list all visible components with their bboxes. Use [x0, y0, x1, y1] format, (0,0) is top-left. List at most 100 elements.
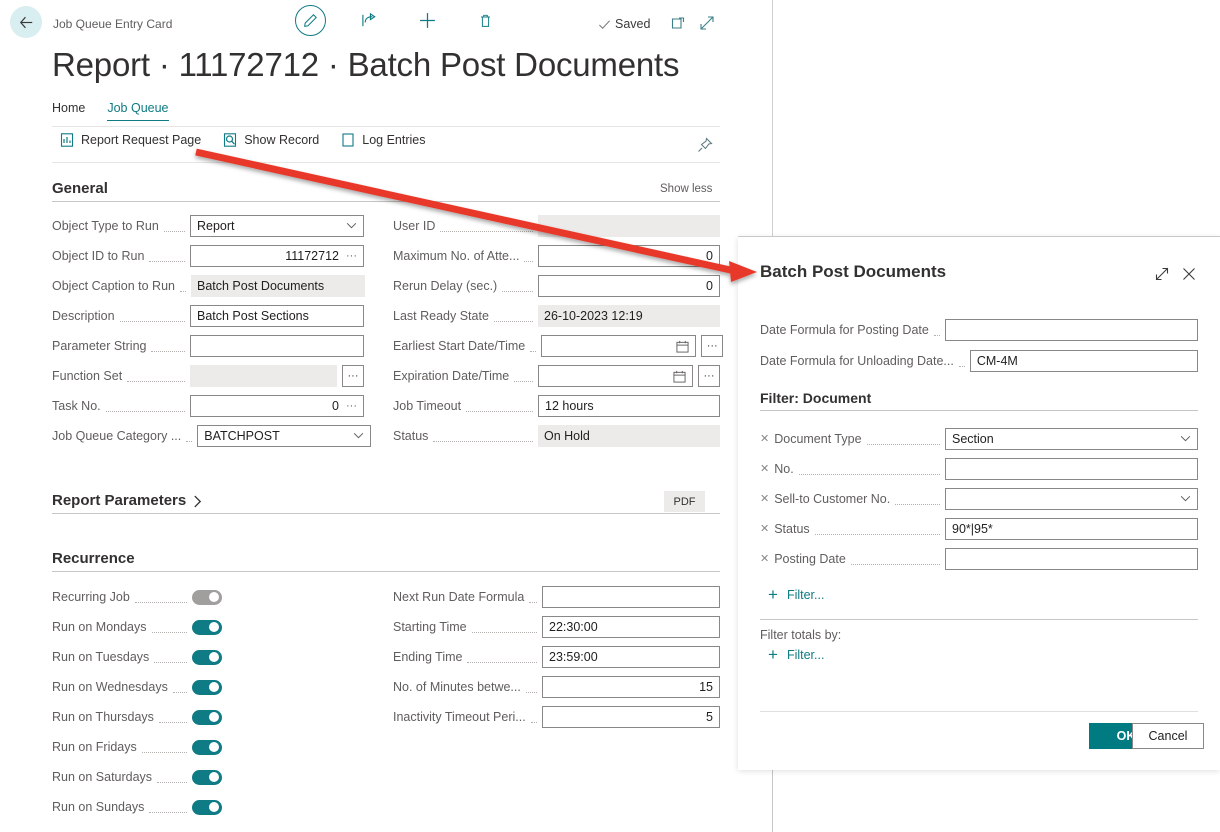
- section-header-report-parameters[interactable]: Report Parameters: [52, 492, 203, 510]
- toggle-recurring-job[interactable]: [192, 589, 222, 605]
- field-input[interactable]: [945, 319, 1198, 341]
- chevron-down-icon[interactable]: [1174, 434, 1191, 445]
- remove-filter-icon[interactable]: ✕: [760, 523, 769, 535]
- assist-edit-button[interactable]: ···: [701, 335, 724, 357]
- field-wrap: 15: [542, 676, 720, 698]
- field-label: Object Caption to Run: [52, 279, 175, 293]
- show-less-link[interactable]: Show less: [660, 183, 712, 196]
- lookup-ellipsis-icon[interactable]: ···: [346, 400, 357, 412]
- field-value: 23:59:00: [549, 650, 598, 664]
- chevron-down-icon[interactable]: [340, 221, 357, 232]
- remove-filter-icon[interactable]: ✕: [760, 463, 769, 475]
- leader-dots: [149, 801, 187, 813]
- new-button[interactable]: [412, 6, 442, 36]
- toggle-run-on-thursdays[interactable]: [192, 709, 222, 725]
- form-row: Function Set ···: [52, 365, 364, 387]
- action-show-record[interactable]: Show Record: [223, 133, 319, 147]
- field-input[interactable]: 5: [542, 706, 720, 728]
- toggle-row: Run on Wednesdays: [52, 676, 222, 698]
- field-input[interactable]: Report: [190, 215, 364, 237]
- add-filter-button[interactable]: + Filter...: [768, 585, 824, 604]
- tab-job-queue[interactable]: Job Queue: [107, 101, 169, 121]
- calendar-icon[interactable]: [676, 340, 689, 353]
- leader-dots: [186, 430, 193, 442]
- leader-dots: [958, 355, 965, 367]
- pencil-icon: [304, 14, 317, 27]
- toggle-run-on-mondays[interactable]: [192, 619, 222, 635]
- field-input[interactable]: CM-4M: [969, 350, 1198, 372]
- filter-input[interactable]: [945, 548, 1198, 570]
- field-input[interactable]: 15: [542, 676, 720, 698]
- report-format-badge[interactable]: PDF: [664, 491, 705, 512]
- back-button[interactable]: [10, 6, 42, 38]
- field-input[interactable]: 22:30:00: [542, 616, 720, 638]
- remove-filter-icon[interactable]: ✕: [760, 553, 769, 565]
- field-input[interactable]: 11172712 ···: [190, 245, 364, 267]
- toggle-run-on-wednesdays[interactable]: [192, 679, 222, 695]
- lookup-ellipsis-icon[interactable]: ···: [346, 250, 357, 262]
- pin-button[interactable]: [697, 137, 713, 153]
- field-value: 22:30:00: [549, 620, 598, 634]
- filter-input[interactable]: [945, 488, 1198, 510]
- add-filter-totals-button[interactable]: + Filter...: [768, 646, 824, 663]
- toggle-run-on-tuesdays[interactable]: [192, 649, 222, 665]
- assist-edit-button[interactable]: ···: [342, 365, 364, 387]
- action-report-request-page[interactable]: Report Request Page: [60, 133, 201, 147]
- fullscreen-button[interactable]: [698, 14, 718, 34]
- field-value: 0: [332, 399, 339, 413]
- toggle-row: Run on Thursdays: [52, 706, 222, 728]
- chevron-down-icon[interactable]: [347, 431, 364, 442]
- cancel-button[interactable]: Cancel: [1132, 723, 1204, 749]
- check-icon: [599, 20, 610, 29]
- toggle-knob: [209, 772, 219, 782]
- calendar-icon[interactable]: [673, 370, 686, 383]
- leader-dots: [466, 400, 533, 412]
- filter-input[interactable]: 90*|95*: [945, 518, 1198, 540]
- filter-label: Status: [774, 522, 810, 536]
- edit-button[interactable]: [295, 5, 326, 36]
- leader-dots: [530, 711, 537, 723]
- field-wrap: 12 hours: [538, 395, 720, 417]
- field-input[interactable]: 0: [538, 275, 720, 297]
- field-input[interactable]: 0: [538, 245, 720, 267]
- field-label: Object ID to Run: [52, 249, 145, 263]
- chevron-down-icon[interactable]: [1174, 494, 1191, 505]
- field-label: Job Queue Category ...: [52, 429, 182, 443]
- field-input[interactable]: 23:59:00: [542, 646, 720, 668]
- field-value: 0: [706, 249, 713, 263]
- dialog-expand-button[interactable]: [1153, 265, 1171, 283]
- open-in-new-window-button[interactable]: [670, 14, 690, 34]
- field-input[interactable]: 12 hours: [538, 395, 720, 417]
- field-input[interactable]: 0 ···: [190, 395, 364, 417]
- field-value: BATCHPOST: [204, 429, 280, 443]
- dialog-close-button[interactable]: [1180, 265, 1198, 283]
- filter-input[interactable]: Section: [945, 428, 1198, 450]
- report-parameters-label: Report Parameters: [52, 492, 187, 509]
- tab-home[interactable]: Home: [52, 101, 85, 121]
- field-input[interactable]: [541, 335, 697, 357]
- field-input[interactable]: [538, 365, 693, 387]
- toggle-label: Run on Thursdays: [52, 710, 154, 724]
- plus-icon: +: [768, 585, 778, 604]
- toggle-run-on-fridays[interactable]: [192, 739, 222, 755]
- field-input[interactable]: [542, 586, 720, 608]
- field-label: Date Formula for Unloading Date...: [760, 354, 954, 368]
- toggle-run-on-sundays[interactable]: [192, 799, 222, 815]
- delete-button[interactable]: [470, 6, 500, 36]
- field-input[interactable]: [190, 335, 364, 357]
- tab-divider: [52, 126, 720, 127]
- section-header-recurrence: Recurrence: [52, 550, 135, 567]
- field-input[interactable]: Batch Post Sections: [190, 305, 364, 327]
- assist-edit-button[interactable]: ···: [698, 365, 720, 387]
- action-log-entries[interactable]: Log Entries: [341, 133, 426, 147]
- field-input[interactable]: BATCHPOST: [197, 425, 372, 447]
- field-wrap: 0: [538, 245, 720, 267]
- toggle-run-on-saturdays[interactable]: [192, 769, 222, 785]
- share-button[interactable]: [354, 6, 384, 36]
- field-label: Task No.: [52, 399, 101, 413]
- field-wrap: BATCHPOST: [197, 425, 372, 447]
- remove-filter-icon[interactable]: ✕: [760, 493, 769, 505]
- filter-input[interactable]: [945, 458, 1198, 480]
- remove-filter-icon[interactable]: ✕: [760, 433, 769, 445]
- field-value: 11172712: [285, 249, 339, 263]
